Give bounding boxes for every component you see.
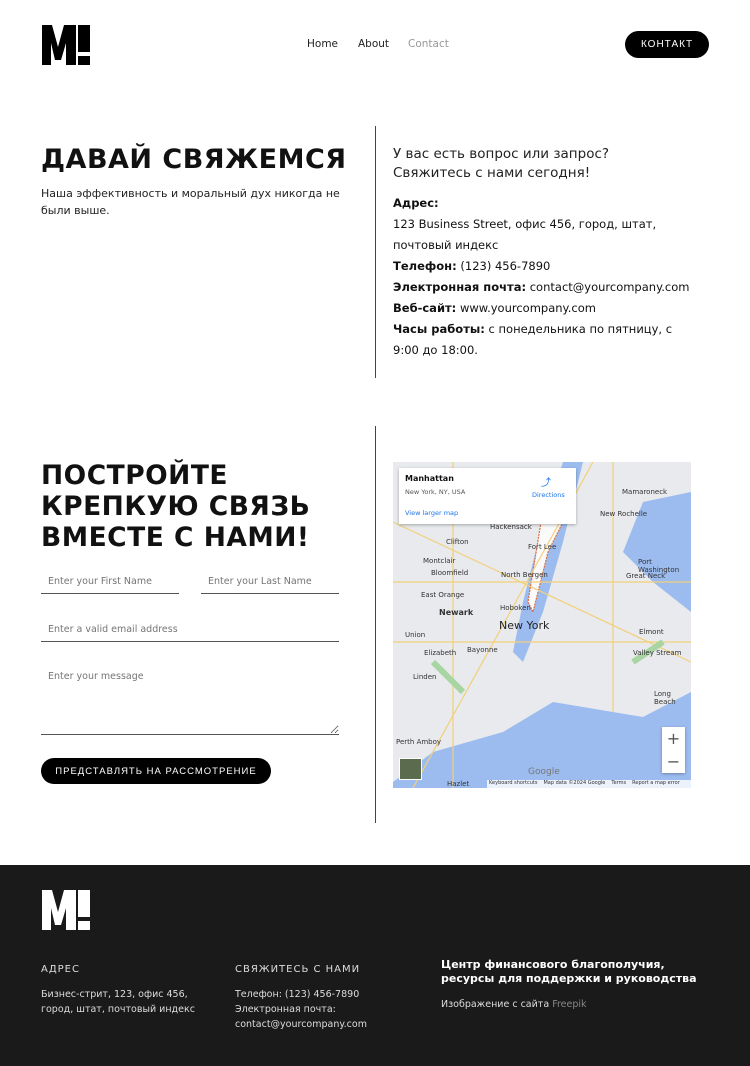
call-text: Свяжитесь с нами сегодня! — [393, 165, 591, 181]
view-larger-map-link[interactable]: View larger map — [405, 509, 458, 517]
map-label: Fort Lee — [528, 543, 557, 551]
phone-value: (123) 456-7890 — [460, 259, 551, 273]
map-label: North Bergen — [501, 571, 548, 579]
footer-email[interactable]: contact@yourcompany.com — [235, 1017, 405, 1032]
map-label: New Rochelle — [600, 510, 648, 518]
contact-info: Адрес: 123 Business Street, офис 456, го… — [393, 193, 693, 361]
website-label: Веб-сайт: — [393, 301, 457, 315]
last-name-input[interactable] — [201, 570, 339, 594]
nav-contact[interactable]: Contact — [408, 38, 449, 50]
map-label: Hackensack — [490, 523, 532, 531]
map-label: Elmont — [639, 628, 664, 636]
contact-button[interactable]: КОНТАКТ — [625, 31, 709, 58]
footer-contact-title: СВЯЖИТЕСЬ С НАМИ — [235, 964, 361, 975]
map-label: Perth Amboy — [396, 738, 442, 746]
map-city-label: New York — [499, 619, 550, 632]
first-name-input[interactable] — [41, 570, 179, 594]
divider — [375, 126, 376, 378]
keyboard-shortcuts-link[interactable]: Keyboard shortcuts — [489, 780, 537, 788]
footer-credit: Изображение с сайта Freepik — [441, 997, 587, 1012]
map-label: Great Neck — [626, 572, 666, 580]
map-attribution: Keyboard shortcuts Map data ©2024 Google… — [487, 780, 691, 788]
divider — [375, 426, 376, 823]
map-label: Bloomfield — [431, 569, 469, 577]
report-error-link[interactable]: Report a map error — [632, 780, 680, 788]
map-info-card: Manhattan New York, NY, USA View larger … — [399, 468, 576, 524]
map-place-sub: New York, NY, USA — [405, 488, 466, 496]
submit-button[interactable]: ПРЕДСТАВЛЯТЬ НА РАССМОТРЕНИЕ — [41, 758, 271, 784]
map-data-text: Map data ©2024 Google — [543, 780, 606, 786]
nav-about[interactable]: About — [358, 38, 389, 50]
map-label: Mamaroneck — [622, 488, 668, 496]
footer-phone: Телефон: (123) 456-7890 — [235, 989, 360, 1000]
email-label: Электронная почта: — [393, 280, 527, 294]
intro-question: У вас есть вопрос или запрос? Свяжитесь … — [393, 145, 609, 183]
map-label: Hazlet — [447, 780, 470, 788]
nav-home[interactable]: Home — [307, 38, 338, 50]
footer-contact: Телефон: (123) 456-7890 Электронная почт… — [235, 987, 405, 1032]
email-value[interactable]: contact@yourcompany.com — [530, 280, 690, 294]
intro-subtitle: Наша эффективность и моральный дух никог… — [41, 187, 340, 217]
footer: АДРЕС Бизнес-стрит, 123, офис 456, город… — [0, 865, 750, 1066]
credit-text: Изображение с сайта — [441, 999, 550, 1010]
map[interactable]: Hackensack Clifton Fort Lee Montclair Bl… — [393, 462, 691, 788]
map-label: Long Beach — [654, 690, 676, 706]
map-label: Newark — [439, 608, 474, 617]
address-value: 123 Business Street, офис 456, город, шт… — [393, 217, 657, 252]
zoom-in-button[interactable]: + — [662, 727, 685, 750]
address-label: Адрес: — [393, 196, 439, 210]
phone-label: Телефон: — [393, 259, 457, 273]
map-label: Hoboken — [500, 604, 531, 612]
hours-label: Часы работы: — [393, 322, 485, 336]
directions-icon[interactable]: ⤴ — [541, 474, 551, 489]
map-label: Bayonne — [467, 646, 498, 654]
footer-address-title: АДРЕС — [41, 964, 80, 975]
footer-tagline: Центр финансового благополучия, ресурсы … — [441, 958, 697, 985]
footer-email-label: Электронная почта: — [235, 1004, 336, 1015]
directions-link[interactable]: Directions — [532, 491, 565, 499]
map-label: Union — [405, 631, 426, 639]
message-textarea[interactable] — [41, 665, 339, 735]
website-value[interactable]: www.yourcompany.com — [460, 301, 596, 315]
footer-address: Бизнес-стрит, 123, офис 456, город, штат… — [41, 989, 195, 1015]
terms-link[interactable]: Terms — [611, 780, 626, 788]
map-label: Clifton — [446, 538, 469, 546]
email-input[interactable] — [41, 618, 339, 642]
map-zoom-controls: + − — [662, 727, 685, 773]
question-text: У вас есть вопрос или запрос? — [393, 146, 610, 162]
form-title: ПОСТРОЙТЕ КРЕПКУЮ СВЯЗЬ ВМЕСТЕ С НАМИ! — [41, 460, 311, 553]
google-logo: Google — [528, 767, 560, 777]
map-label: Linden — [413, 673, 437, 681]
map-label: East Orange — [421, 591, 465, 599]
map-place-name: Manhattan — [405, 474, 454, 483]
page-title: ДАВАЙ СВЯЖЕМСЯ — [41, 144, 347, 175]
logo[interactable] — [42, 25, 90, 65]
footer-logo[interactable] — [42, 890, 90, 930]
map-label: Montclair — [423, 557, 456, 565]
zoom-out-button[interactable]: − — [662, 750, 685, 773]
satellite-toggle[interactable] — [399, 758, 422, 780]
freepik-link[interactable]: Freepik — [552, 999, 586, 1010]
map-label: Elizabeth — [424, 649, 457, 657]
map-label: Valley Stream — [633, 649, 682, 657]
